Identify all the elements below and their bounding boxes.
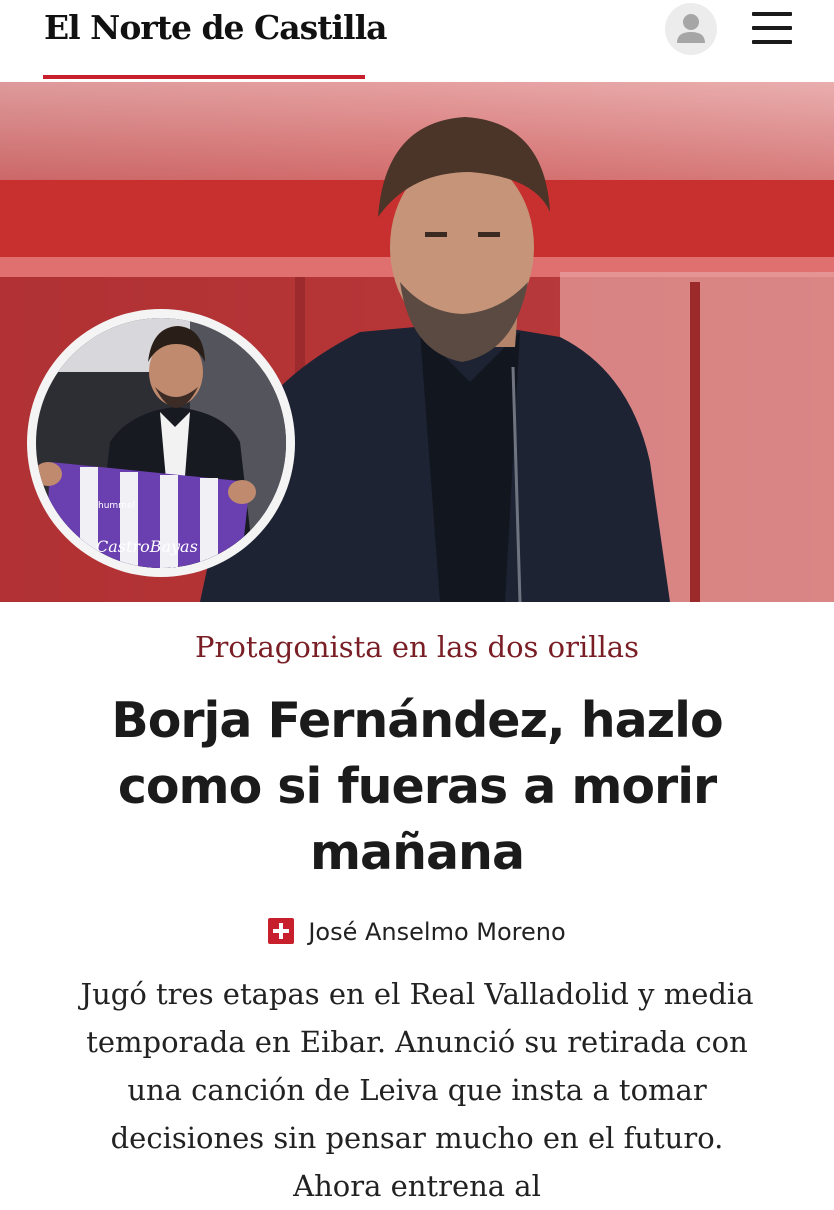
- account-button[interactable]: [665, 3, 717, 55]
- site-logo[interactable]: El Norte de Castilla: [44, 8, 387, 47]
- logo-underline: [43, 75, 365, 79]
- site-header: El Norte de Castilla: [0, 0, 834, 83]
- article-byline: José Anselmo Moreno: [0, 918, 834, 946]
- inset-shirt-brand: hummel: [98, 501, 135, 511]
- hamburger-menu-icon[interactable]: [750, 8, 794, 48]
- article-headline[interactable]: Borja Fernández, hazlo como si fueras a …: [60, 688, 774, 886]
- menu-bar: [752, 40, 792, 44]
- hero-image[interactable]: hummel CastroBayas: [0, 82, 834, 602]
- menu-bar: [752, 26, 792, 30]
- user-avatar-icon: [677, 14, 705, 43]
- menu-bar: [752, 12, 792, 16]
- hero-photo: hummel CastroBayas: [0, 82, 834, 602]
- article-kicker: Protagonista en las dos orillas: [195, 630, 639, 664]
- inset-shirt-sponsor: CastroBayas: [96, 537, 198, 556]
- author-link[interactable]: José Anselmo Moreno: [308, 918, 565, 946]
- plus-icon: [268, 918, 295, 944]
- article-lead: Jugó tres etapas en el Real Valladolid y…: [80, 977, 754, 1203]
